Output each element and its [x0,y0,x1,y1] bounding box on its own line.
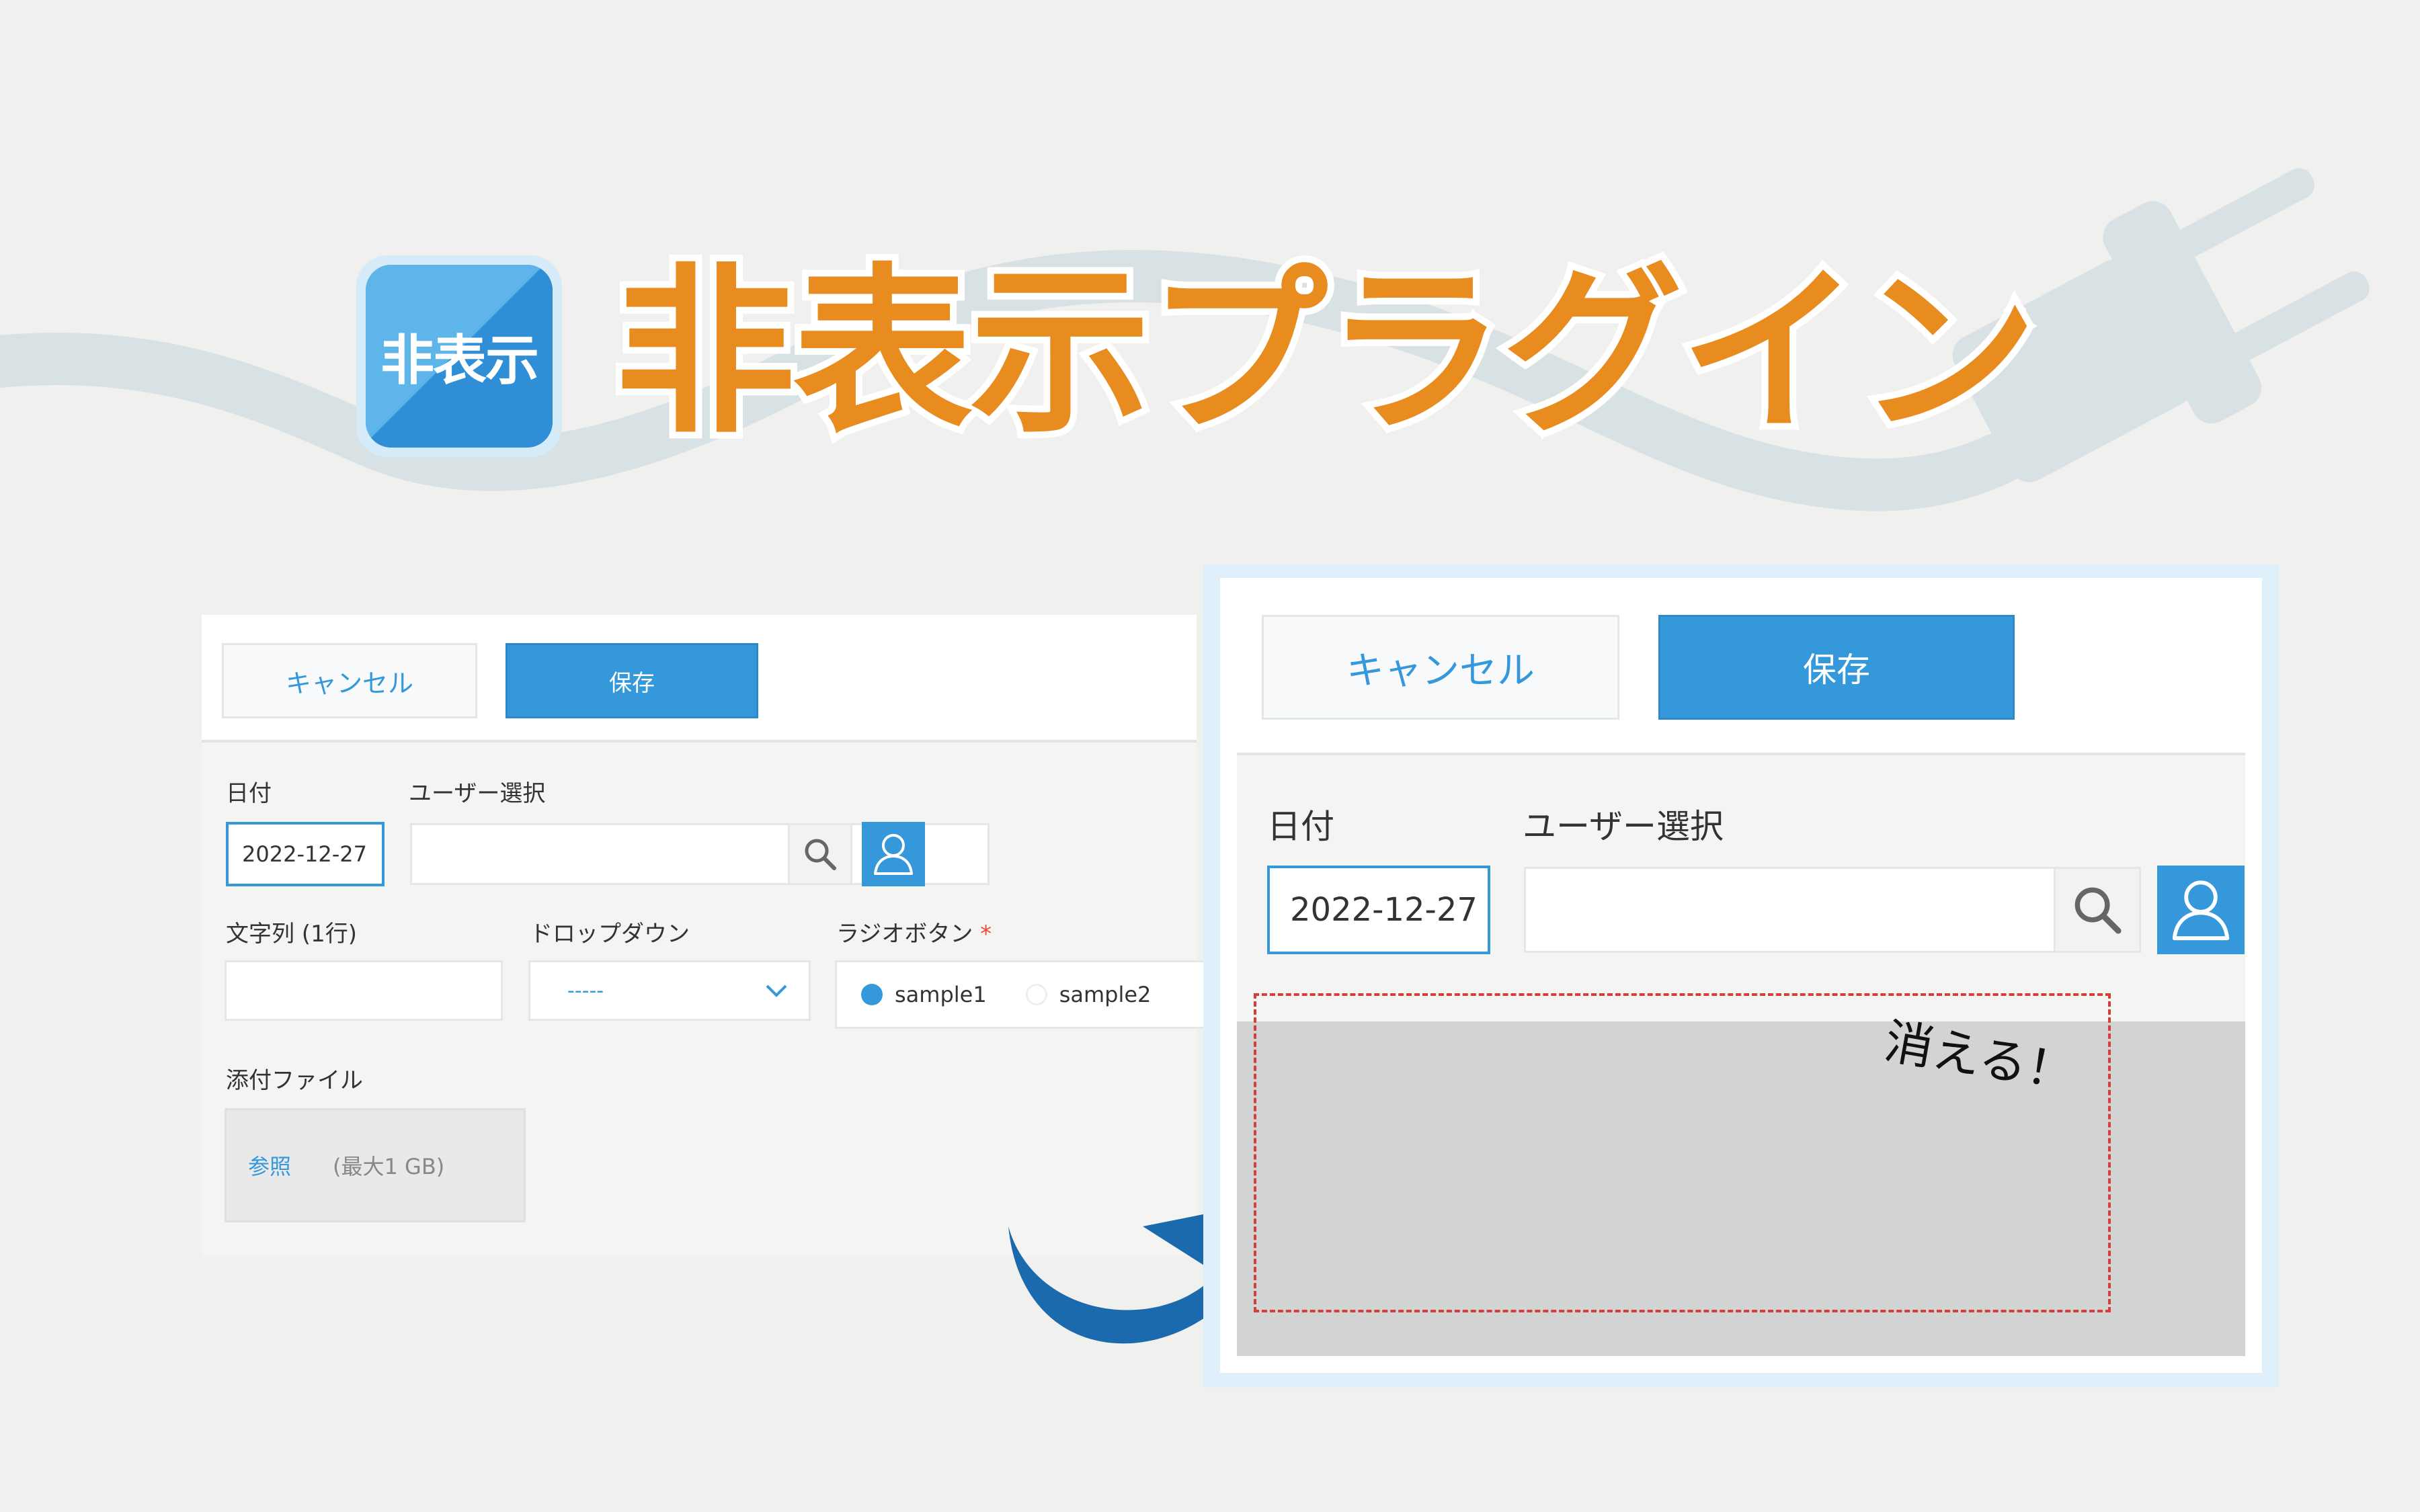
radio-sample1-label: sample1 [895,982,987,1007]
dropdown-select[interactable]: ----- [528,960,811,1021]
after-user-search-button[interactable] [2054,867,2141,953]
radio-label-text: ラジオボタン [836,921,973,948]
search-icon [2074,887,2122,934]
app-icon: 非表示 [356,255,562,457]
required-mark: * [980,921,992,948]
after-user-select-label: ユーザー選択 [1523,807,1724,846]
after-save-button[interactable]: 保存 [1658,615,2015,720]
attachment-limit: (最大1 GB) [333,1154,445,1179]
user-picker-button[interactable] [862,822,925,886]
before-form-panel: キャンセル 保存 日付 ユーザー選択 2022-12-27 文字列 (1行) ド… [202,615,1211,1257]
radio-label: ラジオボタン * [836,915,992,948]
after-cancel-button[interactable]: キャンセル [1262,615,1619,720]
date-input[interactable]: 2022-12-27 [226,822,385,886]
before-toolbar: キャンセル 保存 [202,615,1197,743]
dropdown-value: ----- [567,978,604,1003]
attachment-label: 添付ファイル [226,1067,363,1094]
dropdown-label: ドロップダウン [530,921,690,948]
after-form-panel: キャンセル 保存 日付 ユーザー選択 2022-12-27 消える！ [1220,578,2262,1373]
text-field-label: 文字列 (1行) [226,921,357,948]
banner-title: 非表示プラグイン [608,245,2044,460]
search-icon [805,839,836,870]
after-user-picker-button[interactable] [2157,866,2245,954]
date-label: 日付 [226,780,272,807]
before-save-button[interactable]: 保存 [506,643,758,718]
after-user-select-input[interactable] [1524,867,2129,953]
user-search-button[interactable] [788,823,852,885]
user-icon [2172,880,2230,941]
before-cancel-button[interactable]: キャンセル [222,643,477,718]
browse-link[interactable]: 参照 [248,1150,291,1181]
radio-sample2[interactable] [1025,984,1047,1005]
attachment-box: 参照 (最大1 GB) [225,1108,526,1222]
after-date-input[interactable]: 2022-12-27 [1267,866,1490,954]
chevron-down-icon [766,984,787,997]
radio-group: sample1 sample2 [835,960,1211,1029]
after-date-label: 日付 [1267,807,1334,846]
user-icon [874,834,913,875]
radio-sample2-label: sample2 [1059,982,1152,1007]
radio-sample1[interactable] [861,984,883,1005]
user-select-label: ユーザー選択 [409,780,546,807]
text-field-input[interactable] [225,960,503,1021]
app-icon-label: 非表示 [380,329,539,392]
